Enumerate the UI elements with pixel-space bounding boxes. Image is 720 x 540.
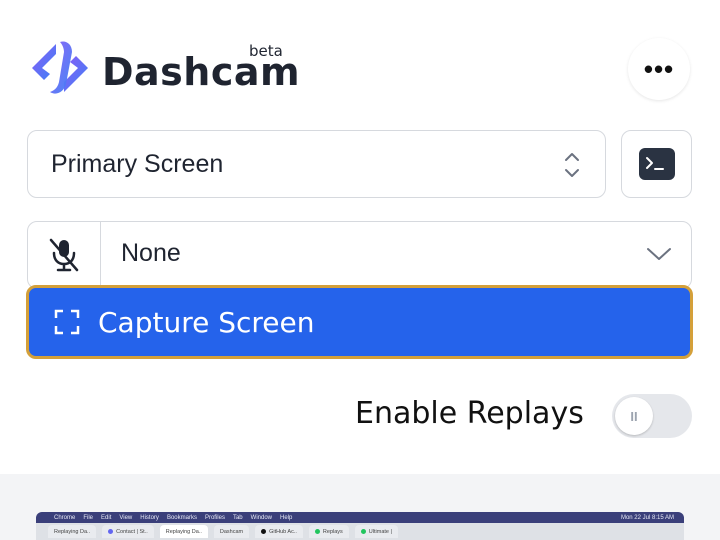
more-options-button[interactable]: ••• — [628, 38, 690, 100]
microphone-muted-icon — [49, 238, 79, 272]
fullscreen-corners-icon — [54, 309, 80, 335]
preview-tab: Contact | St.. — [102, 525, 154, 538]
enable-replays-label: Enable Replays — [355, 396, 584, 431]
preview-tab: Replaying Da.. — [48, 525, 97, 538]
screen-select[interactable]: Primary Screen — [27, 130, 606, 198]
preview-menu-item: Bookmarks — [166, 514, 197, 521]
preview-tab: Replays — [308, 525, 349, 538]
beta-badge: beta — [249, 42, 283, 60]
enable-replays-toggle[interactable]: II — [612, 394, 692, 438]
more-dots-icon: ••• — [643, 53, 675, 84]
preview-menu-item: History — [140, 514, 159, 521]
preview-tabbar: Replaying Da.. Contact | St.. Replaying … — [36, 523, 684, 540]
preview-menu-item: Chrome — [54, 514, 76, 521]
capture-screen-label: Capture Screen — [98, 305, 315, 339]
preview-tab: Dashcam — [213, 525, 250, 538]
screen-select-value: Primary Screen — [51, 149, 224, 178]
chevron-down-icon — [647, 248, 671, 260]
terminal-button[interactable] — [621, 130, 692, 198]
dashcam-logo-icon — [32, 41, 88, 94]
preview-clock: Mon 22 Jul 8:15 AM — [620, 514, 674, 521]
preview-tab: Replaying Da.. — [159, 525, 208, 538]
preview-tab: GitHub Ac.. — [255, 525, 303, 538]
preview-menu-item: Window — [250, 514, 272, 521]
preview-menu-item: Help — [280, 514, 293, 521]
dashcam-popup: Dashcam beta ••• Primary Screen None Cap… — [0, 0, 720, 540]
screen-preview-thumbnail[interactable]: Chrome File Edit View History Bookmarks … — [36, 512, 684, 540]
preview-menu-item: View — [119, 514, 133, 521]
preview-menu-item: Tab — [232, 514, 243, 521]
preview-menubar: Chrome File Edit View History Bookmarks … — [36, 512, 684, 523]
terminal-icon — [638, 148, 675, 180]
preview-menu-item: File — [83, 514, 94, 521]
preview-menu-item: Profiles — [204, 514, 225, 521]
microphone-toggle[interactable] — [28, 222, 101, 288]
chevron-up-down-icon — [565, 153, 579, 177]
microphone-select-value: None — [121, 239, 181, 267]
pause-icon: II — [615, 397, 653, 435]
preview-menu-item: Edit — [101, 514, 112, 521]
microphone-select[interactable]: None — [27, 221, 692, 289]
capture-screen-button[interactable]: Capture Screen — [26, 285, 693, 359]
preview-tab: Ultimate | — [354, 525, 398, 538]
